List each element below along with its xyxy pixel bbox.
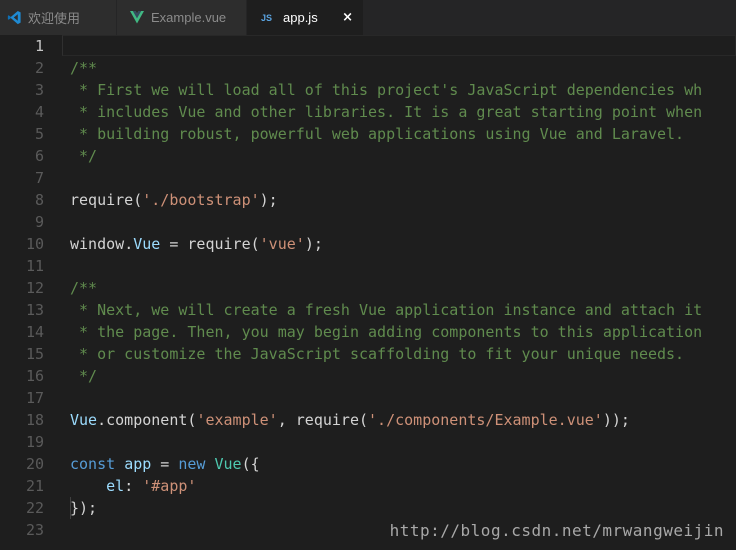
line-number: 14	[25, 323, 44, 341]
code-line: /**	[70, 279, 98, 297]
code-line: * includes Vue and other libraries. It i…	[70, 103, 703, 121]
code-line: * the page. Then, you may begin adding c…	[70, 323, 703, 341]
line-number-gutter: 1 2 3 4 5 6 7 8 9 10 11 12 13 14 15 16 1…	[0, 35, 44, 541]
line-number: 15	[25, 345, 44, 363]
tab-welcome[interactable]: 欢迎使用	[0, 0, 117, 35]
token-identifier: window	[70, 235, 125, 253]
code-line: const app = new Vue({	[70, 453, 736, 475]
token-punct: (	[250, 235, 260, 253]
token-operator: =	[151, 455, 179, 473]
line-number: 8	[34, 191, 44, 209]
line-number: 9	[34, 213, 44, 231]
line-number: 11	[25, 257, 44, 275]
line-number: 1	[34, 37, 44, 55]
code-line: * Next, we will create a fresh Vue appli…	[70, 301, 703, 319]
js-file-icon: JS	[261, 12, 273, 23]
code-lines: /** * First we will load all of this pro…	[70, 35, 736, 541]
tab-app-js[interactable]: JS app.js ×	[247, 0, 364, 35]
token-function: component	[106, 411, 188, 429]
token-string: './components/Example.vue'	[368, 411, 603, 429]
line-number: 16	[25, 367, 44, 385]
vscode-logo-icon	[6, 10, 22, 26]
token-operator: =	[160, 235, 188, 253]
token-function: require	[295, 411, 359, 429]
token-identifier: app	[124, 455, 152, 473]
line-number: 22	[25, 499, 44, 517]
code-line: * building robust, powerful web applicat…	[70, 125, 685, 143]
token-property: el	[106, 477, 125, 495]
token-punct: ,	[277, 411, 296, 429]
token-identifier: Vue	[70, 411, 98, 429]
token-class: Vue	[214, 455, 242, 473]
token-punct: ));	[602, 411, 630, 429]
tab-label: 欢迎使用	[28, 11, 81, 26]
code-line: * First we will load all of this project…	[70, 81, 703, 99]
token-function: require	[187, 235, 251, 253]
token-punct: .	[97, 411, 107, 429]
token-string: 'example'	[196, 411, 278, 429]
vscode-window: 欢迎使用 Example.vue JS app.js × 1 2 3 4 5 6	[0, 0, 736, 550]
code-editor[interactable]: 1 2 3 4 5 6 7 8 9 10 11 12 13 14 15 16 1…	[0, 35, 736, 550]
line-number: 23	[25, 521, 44, 539]
tab-example-vue[interactable]: Example.vue	[117, 0, 247, 35]
token-keyword: new	[178, 455, 206, 473]
token-punct: (	[359, 411, 369, 429]
vue-logo-icon	[129, 10, 145, 26]
token-punct: );	[259, 191, 278, 209]
token-punct: :	[124, 477, 143, 495]
line-number: 20	[25, 455, 44, 473]
code-line: /**	[70, 59, 98, 77]
token-punct: .	[124, 235, 134, 253]
token-function: require	[70, 191, 134, 209]
token-punct: ({	[241, 455, 260, 473]
editor-tab-bar: 欢迎使用 Example.vue JS app.js ×	[0, 0, 736, 35]
tab-label: app.js	[283, 10, 318, 25]
token-string: './bootstrap'	[142, 191, 260, 209]
close-icon[interactable]: ×	[342, 10, 355, 25]
line-number: 12	[25, 279, 44, 297]
code-line: Vue.component('example', require('./comp…	[70, 409, 736, 431]
line-number: 4	[34, 103, 44, 121]
line-number: 13	[25, 301, 44, 319]
line-number: 2	[34, 59, 44, 77]
token-property: Vue	[133, 235, 161, 253]
line-number: 19	[25, 433, 44, 451]
token-keyword: const	[70, 455, 116, 473]
code-line: */	[70, 367, 98, 385]
code-line: });	[70, 499, 98, 517]
code-line: el: '#app'	[70, 475, 736, 497]
line-number: 10	[25, 235, 44, 253]
token-string: 'vue'	[259, 235, 305, 253]
code-line: * or customize the JavaScript scaffoldin…	[70, 345, 685, 363]
line-number: 6	[34, 147, 44, 165]
token-punct: (	[133, 191, 143, 209]
code-line: */	[70, 147, 98, 165]
watermark: http://blog.csdn.net/mrwangweijin	[389, 521, 724, 540]
token-punct: );	[304, 235, 323, 253]
line-number: 18	[25, 411, 44, 429]
line-number: 21	[25, 477, 44, 495]
code-line: window.Vue = require('vue');	[70, 233, 736, 255]
line-number: 3	[34, 81, 44, 99]
line-number: 17	[25, 389, 44, 407]
code-line: require('./bootstrap');	[70, 189, 736, 211]
token-string: '#app'	[142, 477, 197, 495]
line-number: 5	[34, 125, 44, 143]
line-number: 7	[34, 169, 44, 187]
tab-label: Example.vue	[151, 10, 227, 25]
